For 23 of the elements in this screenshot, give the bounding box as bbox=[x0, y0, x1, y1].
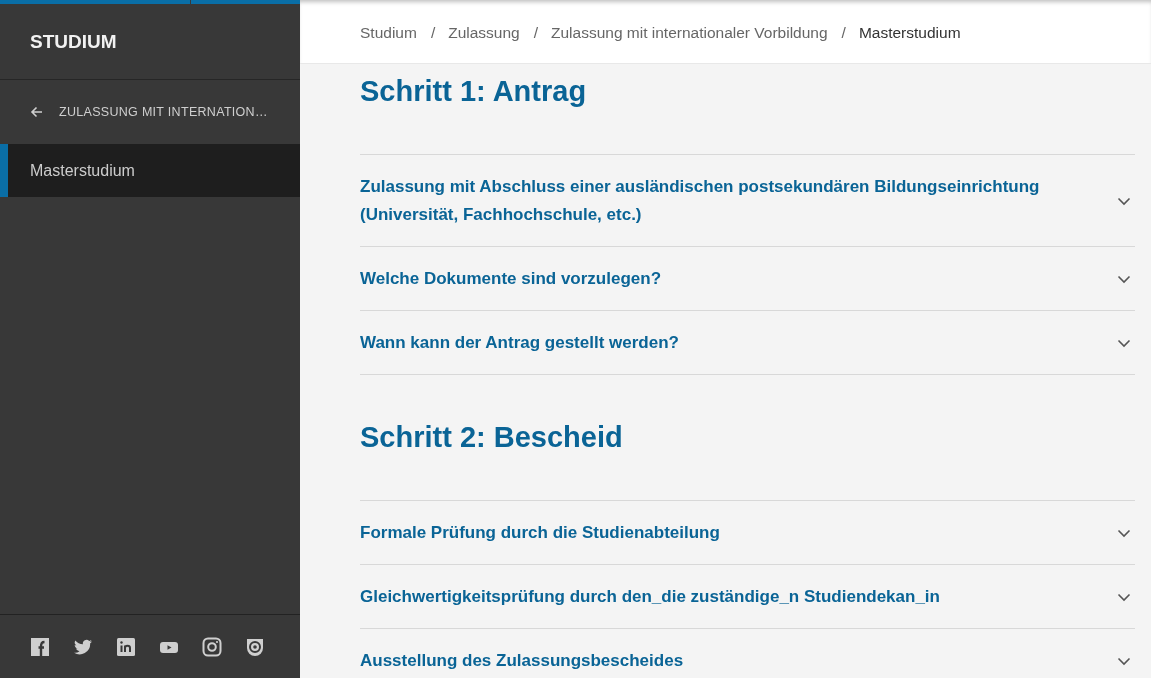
accordion-item[interactable]: Gleichwertigkeitsprüfung durch den_die zuständige_n Studiendekan_in bbox=[360, 564, 1135, 628]
accordion-item[interactable]: Wann kann der Antrag gestellt werden? bbox=[360, 310, 1135, 375]
back-link[interactable]: ZULASSUNG MIT INTERNATION… bbox=[0, 80, 300, 144]
accordion-item[interactable]: Welche Dokumente sind vorzulegen? bbox=[360, 246, 1135, 310]
section-heading: Schritt 1: Antrag bbox=[360, 74, 588, 109]
facebook-icon[interactable] bbox=[30, 636, 50, 657]
sidebar-item[interactable]: Masterstudium bbox=[0, 144, 300, 197]
accordion-item[interactable]: Zulassung mit Abschluss einer ausländischen postsekundären Bildungseinrichtung (Universität, Fachhochschule, etc.) bbox=[360, 154, 1135, 246]
breadcrumb-separator: / bbox=[430, 23, 436, 42]
breadcrumb-link[interactable]: Studium bbox=[360, 23, 417, 42]
linkedin-icon[interactable] bbox=[116, 636, 136, 657]
breadcrumb-current: Masterstudium bbox=[858, 23, 961, 42]
breadcrumb-separator: / bbox=[841, 23, 846, 42]
arrow-left-icon bbox=[30, 106, 43, 118]
accordion-item[interactable]: Ausstellung des Zulassungsbescheides bbox=[360, 628, 1135, 678]
section-heading: Schritt 2: Bescheid bbox=[360, 420, 624, 455]
breadcrumb-separator: / bbox=[533, 23, 538, 42]
instagram-icon[interactable] bbox=[202, 636, 222, 657]
breadcrumb-link[interactable]: Zulassung mit internationaler Vorbildung bbox=[551, 23, 828, 42]
sidebar-title: STUDIUM bbox=[30, 30, 117, 53]
accordion-item[interactable]: Formale Prüfung durch die Studienabteilung bbox=[360, 500, 1135, 564]
breadcrumb-link[interactable]: Zulassung bbox=[448, 23, 520, 42]
target-icon[interactable] bbox=[245, 636, 265, 657]
